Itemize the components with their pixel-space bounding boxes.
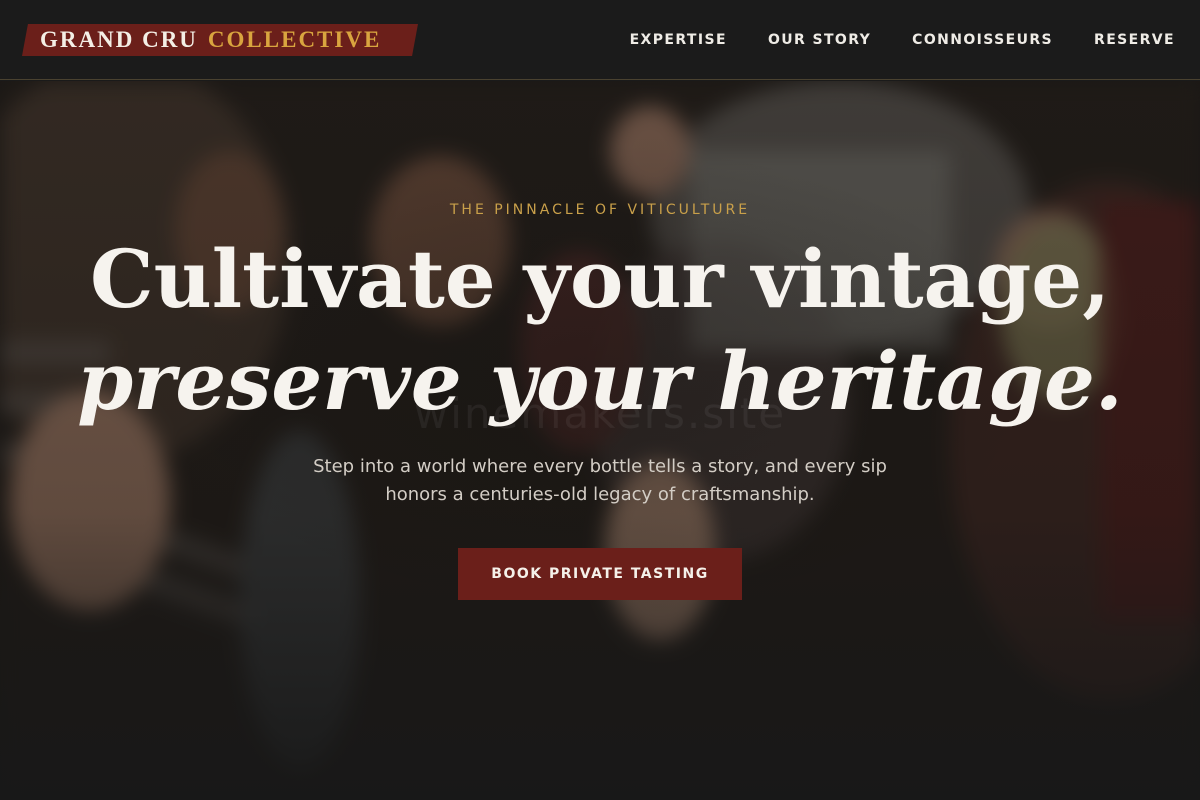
hero-subtext: Step into a world where every bottle tel… [313,456,887,505]
nav-link-our-story[interactable]: OUR STORY [768,32,871,48]
hero-content: THE PINNACLE OF VITICULTURE Cultivate yo… [0,81,1200,800]
nav-link-reserve[interactable]: RESERVE [1094,32,1175,48]
nav-link-connoisseurs[interactable]: CONNOISSEURS [912,32,1053,48]
logo-text-main: GRAND CRU [40,27,198,52]
book-private-tasting-button[interactable]: BOOK PRIVATE TASTING [458,548,742,600]
logo-text-accent: COLLECTIVE [207,27,382,52]
nav-link-expertise[interactable]: EXPERTISE [630,32,727,48]
site-header: GRAND CRU COLLECTIVE EXPERTISE OUR STORY… [0,0,1200,80]
hero-headline-line2: preserve your heritage. [77,334,1123,428]
hero-headline-line1: Cultivate your vintage, [89,232,1111,326]
site-logo[interactable]: GRAND CRU COLLECTIVE [22,24,418,56]
hero-eyebrow: THE PINNACLE OF VITICULTURE [449,202,751,218]
main-nav: EXPERTISE OUR STORY CONNOISSEURS RESERVE [630,0,1175,80]
